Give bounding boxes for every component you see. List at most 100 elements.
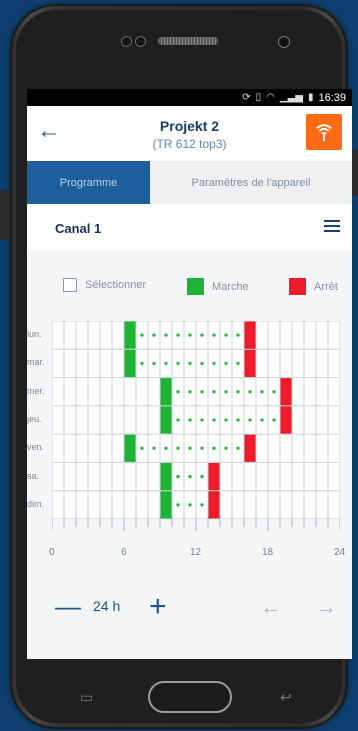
next-arrow-icon[interactable]: → [315,594,337,620]
on-marker[interactable] [160,491,172,519]
active-slot-dot[interactable] [176,361,180,366]
on-marker[interactable] [160,378,172,406]
select-checkbox[interactable]: Sélectionner [63,278,146,292]
active-slot-dot[interactable] [272,390,276,394]
previous-arrow-icon[interactable]: ← [260,594,282,620]
radio-wave-icon [316,124,332,142]
zoom-value: 24 h [93,598,121,614]
off-marker[interactable] [208,491,220,519]
schedule-panel: Sélectionner Marche Arrêt lun. mar. mer. je… [27,251,352,659]
off-marker[interactable] [244,434,256,462]
zoom-in-button[interactable]: + [149,592,167,622]
active-slot-dot[interactable] [152,333,156,337]
active-slot-dot[interactable] [200,361,204,366]
active-slot-dot[interactable] [212,361,216,366]
active-slot-dot[interactable] [188,390,192,394]
active-slot-dot[interactable] [248,418,252,422]
channel-label[interactable]: Canal 1 [55,221,101,236]
on-marker[interactable] [124,434,136,462]
on-label: Marche [212,280,249,293]
recent-apps-icon[interactable]: ▭ [80,689,93,706]
active-slot-dot[interactable] [212,446,216,450]
active-slot-dot[interactable] [164,361,168,366]
active-slot-dot[interactable] [260,390,264,394]
active-slot-dot[interactable] [152,361,156,366]
legend-off[interactable]: Arrêt [289,278,338,295]
schedule-grid[interactable] [52,321,340,519]
transmit-button[interactable] [306,114,342,150]
active-slot-dot[interactable] [188,333,192,337]
active-slot-dot[interactable] [140,361,144,366]
legend: Sélectionner Marche Arrêt [27,278,352,298]
off-marker[interactable] [208,462,220,491]
on-marker[interactable] [124,321,136,349]
off-marker[interactable] [244,321,256,349]
legend-on[interactable]: Marche [187,278,249,295]
axis-tick-label: 0 [49,547,55,558]
active-slot-dot[interactable] [224,446,228,450]
active-slot-dot[interactable] [212,390,216,394]
active-slot-dot[interactable] [224,418,228,422]
active-slot-dot[interactable] [140,446,144,450]
active-slot-dot[interactable] [176,333,180,337]
active-slot-dot[interactable] [188,418,192,422]
active-slot-dot[interactable] [176,418,180,422]
back-nav-icon[interactable]: ↩ [280,689,292,706]
active-slot-dot[interactable] [236,390,240,394]
off-color-swatch[interactable] [289,278,306,295]
active-slot-dot[interactable] [212,333,216,337]
day-label: mar. [27,357,45,368]
active-slot-dot[interactable] [248,390,252,394]
active-slot-dot[interactable] [152,446,156,450]
off-marker[interactable] [244,349,256,378]
zoom-out-button[interactable]: — [55,593,81,619]
active-slot-dot[interactable] [260,418,264,422]
active-slot-dot[interactable] [200,474,204,479]
day-label: mer. [27,385,45,396]
active-slot-dot[interactable] [188,446,192,450]
active-slot-dot[interactable] [272,418,276,422]
zoom-controls: — 24 h + ← → [27,592,352,623]
active-slot-dot[interactable] [176,446,180,450]
on-marker[interactable] [160,406,172,434]
home-button[interactable] [148,681,232,713]
active-slot-dot[interactable] [200,503,204,507]
active-slot-dot[interactable] [224,333,228,337]
channel-row: Canal 1 [27,204,352,252]
active-slot-dot[interactable] [212,418,216,422]
active-slot-dot[interactable] [164,446,168,450]
active-slot-dot[interactable] [176,474,180,479]
tab-device-settings[interactable]: Paramètres de l'appareil [150,161,352,204]
hardware-nav-bar: ▭ ↩ [10,655,348,727]
on-color-swatch[interactable] [187,278,204,295]
active-slot-dot[interactable] [224,390,228,394]
active-slot-dot[interactable] [140,333,144,337]
checkbox-icon[interactable] [63,278,77,292]
active-slot-dot[interactable] [236,361,240,366]
off-marker[interactable] [280,406,292,434]
light-sensor [135,36,146,47]
active-slot-dot[interactable] [164,333,168,337]
active-slot-dot[interactable] [236,333,240,337]
active-slot-dot[interactable] [176,390,180,394]
on-marker[interactable] [160,462,172,491]
on-marker[interactable] [124,349,136,378]
active-slot-dot[interactable] [188,503,192,507]
active-slot-dot[interactable] [188,474,192,479]
list-menu-icon[interactable] [324,219,340,238]
active-slot-dot[interactable] [200,418,204,422]
active-slot-dot[interactable] [200,446,204,450]
page-title: Projekt 2 [159,118,220,134]
tab-programme[interactable]: Programme [27,161,150,204]
active-slot-dot[interactable] [224,361,228,366]
off-marker[interactable] [280,378,292,406]
active-slot-dot[interactable] [200,390,204,394]
front-camera [278,36,290,48]
active-slot-dot[interactable] [188,361,192,366]
active-slot-dot[interactable] [236,446,240,450]
volume-button[interactable] [0,190,10,240]
active-slot-dot[interactable] [236,418,240,422]
active-slot-dot[interactable] [176,503,180,507]
select-label: Sélectionner [85,279,147,291]
active-slot-dot[interactable] [200,333,204,337]
